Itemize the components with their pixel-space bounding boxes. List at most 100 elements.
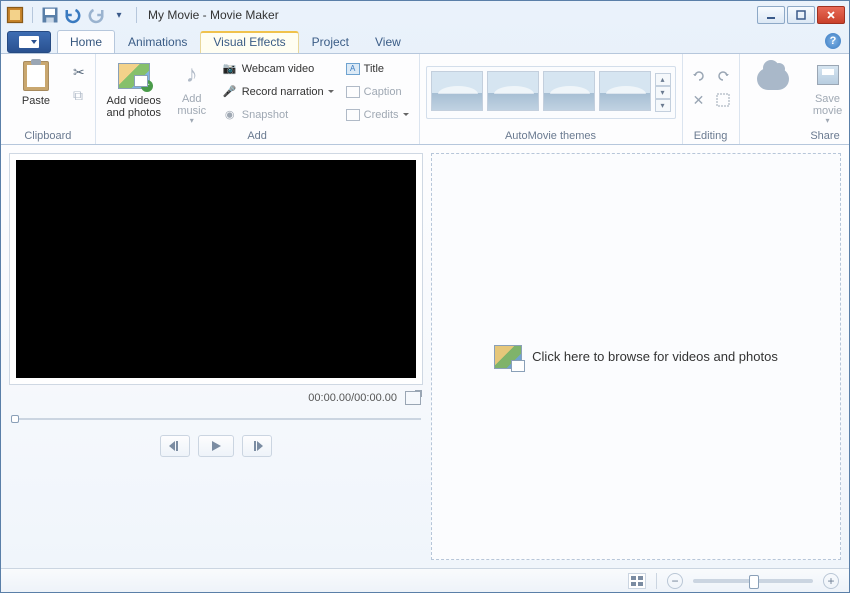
thumbnail-view-button[interactable] — [628, 573, 646, 589]
title-button[interactable]: A Title — [342, 58, 413, 79]
zoom-out-button[interactable]: − — [667, 573, 683, 589]
tab-animations[interactable]: Animations — [115, 30, 200, 53]
rotate-left-button[interactable] — [689, 66, 709, 86]
add-music-label: Add music — [170, 93, 214, 117]
zoom-slider[interactable] — [693, 579, 813, 583]
credits-label: Credits — [364, 109, 399, 121]
picture-icon: + — [118, 63, 150, 89]
theme-thumb[interactable] — [599, 71, 651, 111]
music-note-icon: ♪ — [186, 62, 198, 88]
microphone-icon: 🎤 — [222, 84, 238, 100]
caption-label: Caption — [364, 86, 402, 98]
tab-project[interactable]: Project — [299, 30, 362, 53]
group-themes: ▴ ▾ ▾ AutoMovie themes — [420, 54, 683, 144]
save-movie-icon — [817, 65, 839, 85]
separator — [656, 573, 657, 589]
add-media-label: Add videos and photos — [102, 95, 166, 119]
cut-button[interactable]: ✂ — [69, 62, 89, 83]
webcam-video-button[interactable]: 📷Webcam video — [218, 58, 338, 79]
file-menu-button[interactable] — [7, 31, 51, 53]
ribbon-tabs: Home Animations Visual Effects Project V… — [1, 29, 849, 53]
chevron-down-icon — [403, 113, 409, 116]
preview-container — [9, 153, 423, 385]
gallery-more-button[interactable]: ▾ — [655, 99, 671, 112]
gallery-down-button[interactable]: ▾ — [655, 86, 671, 99]
redo-button[interactable] — [86, 5, 106, 25]
group-label-clipboard: Clipboard — [7, 129, 89, 144]
copy-button[interactable]: ⧉ — [69, 85, 89, 106]
group-label-themes: AutoMovie themes — [426, 129, 676, 144]
separator — [136, 7, 137, 23]
caption-icon — [346, 86, 360, 98]
minimize-button[interactable] — [757, 6, 785, 24]
chevron-down-icon — [328, 90, 334, 93]
camera-icon: ◉ — [222, 107, 238, 123]
group-label-share: Share — [746, 129, 850, 144]
group-add: + Add videos and photos ♪ Add music ▾ 📷W… — [96, 54, 420, 144]
seek-slider[interactable] — [11, 413, 421, 425]
tab-view[interactable]: View — [362, 30, 414, 53]
theme-gallery-nav: ▴ ▾ ▾ — [655, 71, 671, 114]
media-placeholder-icon — [494, 345, 522, 369]
credits-button[interactable]: Credits — [342, 104, 413, 125]
save-movie-button[interactable]: Save movie ▾ — [804, 56, 850, 126]
undo-button[interactable] — [63, 5, 83, 25]
ribbon: Paste ✂ ⧉ Clipboard + Add videos and pho… — [1, 53, 849, 145]
record-label: Record narration — [242, 86, 324, 98]
paste-button[interactable]: Paste — [7, 56, 65, 126]
zoom-in-button[interactable]: + — [823, 573, 839, 589]
group-share: Save movie ▾ Sign in Share — [740, 54, 850, 144]
webcam-label: Webcam video — [242, 63, 315, 75]
preview-pane: 00:00.00/00:00.00 — [9, 153, 423, 560]
select-all-button[interactable] — [713, 90, 733, 110]
app-window: ▾ My Movie - Movie Maker Home Animations… — [0, 0, 850, 593]
tab-home[interactable]: Home — [57, 30, 115, 53]
fullscreen-button[interactable] — [405, 391, 421, 405]
scissors-icon: ✂ — [73, 64, 85, 81]
app-icon[interactable] — [5, 5, 25, 25]
theme-thumb[interactable] — [487, 71, 539, 111]
statusbar: − + — [1, 568, 849, 592]
qat-customize-button[interactable]: ▾ — [109, 5, 129, 25]
paste-label: Paste — [22, 95, 50, 107]
maximize-button[interactable] — [787, 6, 815, 24]
window-title: My Movie - Movie Maker — [148, 8, 279, 22]
group-editing: ✕ Editing — [683, 54, 740, 144]
snapshot-button[interactable]: ◉ Snapshot — [218, 104, 338, 125]
theme-thumb[interactable] — [431, 71, 483, 111]
caption-button[interactable]: Caption — [342, 81, 413, 102]
group-clipboard: Paste ✂ ⧉ Clipboard — [1, 54, 96, 144]
delete-button[interactable]: ✕ — [689, 90, 709, 110]
time-display: 00:00.00/00:00.00 — [308, 392, 397, 404]
gallery-up-button[interactable]: ▴ — [655, 73, 671, 86]
tab-visual-effects[interactable]: Visual Effects — [200, 31, 298, 53]
previous-frame-button[interactable] — [160, 435, 190, 457]
snapshot-label: Snapshot — [242, 109, 288, 121]
help-button[interactable]: ? — [825, 33, 841, 49]
timeline-pane[interactable]: Click here to browse for videos and phot… — [431, 153, 841, 560]
group-label-editing: Editing — [689, 129, 733, 144]
title-icon: A — [346, 63, 360, 75]
playback-controls — [9, 429, 423, 459]
close-button[interactable] — [817, 6, 845, 24]
preview-screen[interactable] — [16, 160, 416, 378]
next-frame-button[interactable] — [242, 435, 272, 457]
add-music-button[interactable]: ♪ Add music ▾ — [170, 56, 214, 126]
cloud-icon — [757, 68, 789, 90]
title-label: Title — [364, 63, 384, 75]
save-qat-button[interactable] — [40, 5, 60, 25]
separator — [32, 7, 33, 23]
play-button[interactable] — [198, 435, 234, 457]
save-movie-label: Save movie — [804, 93, 850, 117]
group-label-add: Add — [102, 129, 413, 144]
theme-gallery[interactable]: ▴ ▾ ▾ — [426, 66, 676, 119]
share-cloud-button[interactable] — [746, 56, 800, 126]
copy-icon: ⧉ — [73, 87, 83, 104]
add-videos-photos-button[interactable]: + Add videos and photos — [102, 56, 166, 126]
record-narration-button[interactable]: 🎤 Record narration — [218, 81, 338, 102]
rotate-right-button[interactable] — [713, 66, 733, 86]
titlebar: ▾ My Movie - Movie Maker — [1, 1, 849, 29]
clipboard-icon — [23, 61, 49, 91]
timeline-placeholder[interactable]: Click here to browse for videos and phot… — [494, 345, 778, 369]
theme-thumb[interactable] — [543, 71, 595, 111]
